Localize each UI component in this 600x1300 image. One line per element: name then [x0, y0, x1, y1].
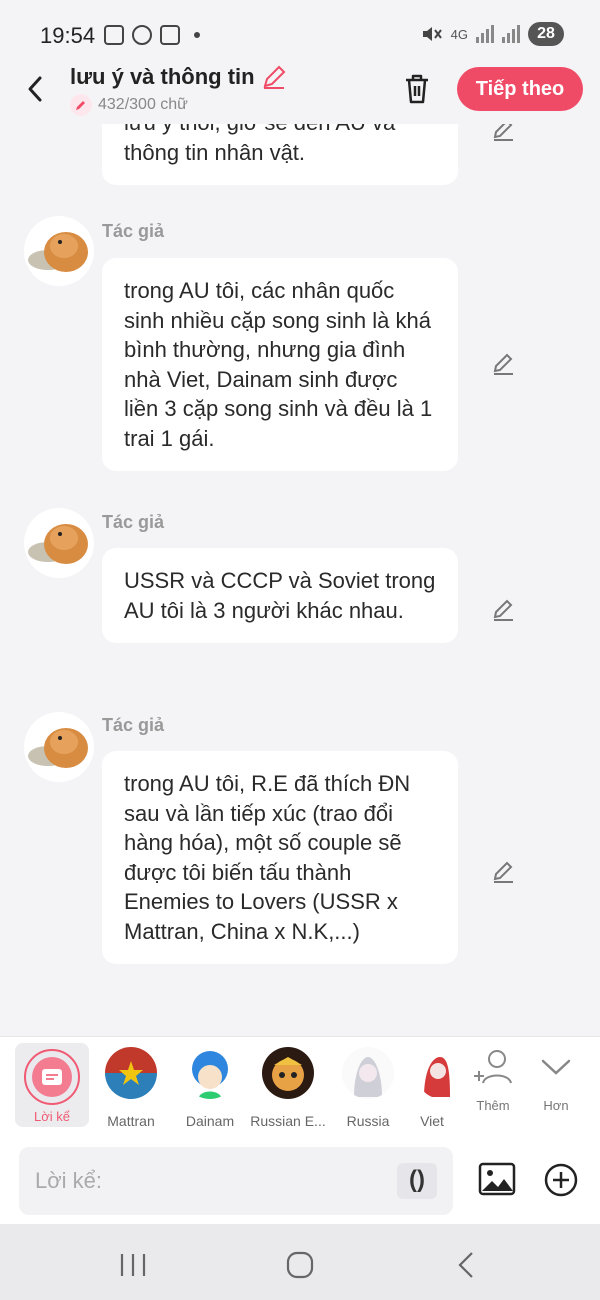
narration-icon — [32, 1057, 72, 1097]
character-bar: Lời kể Mattran Dainam Russian E... Russi… — [0, 1036, 600, 1136]
messenger-icon — [132, 25, 152, 45]
title-text: lưu ý và thông tin — [70, 64, 255, 89]
add-character-button[interactable]: Thêm — [463, 1049, 523, 1113]
avatar — [105, 1047, 157, 1099]
character-russia[interactable]: Russia — [328, 1047, 408, 1129]
battery-icon: 28 — [528, 22, 564, 46]
page-title[interactable]: lưu ý và thông tin — [70, 64, 287, 90]
character-mattran[interactable]: Mattran — [91, 1047, 171, 1129]
edit-message-icon[interactable] — [490, 124, 516, 142]
author-label: Tác giả — [102, 512, 165, 532]
signal-2-icon — [502, 25, 520, 43]
parentheses-button[interactable]: () — [397, 1163, 437, 1199]
shop-icon — [160, 25, 180, 45]
chat-area[interactable]: lưu ý thôi, giờ sẽ đến AU và thông tin n… — [0, 124, 600, 1036]
character-russian-empire[interactable]: Russian E... — [248, 1047, 328, 1129]
avatar[interactable] — [24, 508, 94, 578]
avatar — [184, 1047, 236, 1099]
back-button[interactable] — [22, 72, 50, 106]
edit-title-icon[interactable] — [261, 64, 287, 90]
header: lưu ý và thông tin 432/300 chữ Tiếp theo — [0, 62, 600, 124]
avatar[interactable] — [24, 712, 94, 782]
narrator-label: Lời kể — [34, 1109, 70, 1124]
message-bubble[interactable]: trong AU tôi, các nhân quốc sinh nhiều c… — [102, 258, 458, 471]
recent-apps-icon[interactable] — [118, 1250, 148, 1280]
trash-icon[interactable] — [402, 72, 432, 106]
chevron-down-icon — [541, 1059, 571, 1075]
add-person-icon — [474, 1050, 512, 1084]
system-nav-bar — [0, 1224, 600, 1300]
composer: () — [0, 1136, 600, 1224]
narrator-button[interactable]: Lời kể — [15, 1043, 89, 1127]
character-name: Dainam — [185, 1113, 235, 1129]
narration-input[interactable] — [35, 1147, 395, 1215]
add-label: Thêm — [476, 1098, 510, 1113]
author-label: Tác giả — [102, 221, 165, 241]
image-icon[interactable] — [478, 1160, 516, 1198]
screenshot-icon — [104, 25, 124, 45]
author-label: Tác giả — [102, 715, 165, 735]
char-count: 432/300 chữ — [70, 94, 188, 116]
avatar — [342, 1047, 394, 1099]
avatar[interactable] — [24, 216, 94, 286]
edit-message-icon[interactable] — [490, 350, 516, 376]
more-button[interactable]: Hơn — [526, 1049, 586, 1113]
mute-icon — [422, 27, 442, 41]
notification-dot-icon — [194, 32, 200, 38]
avatar — [262, 1047, 314, 1099]
edit-message-icon[interactable] — [490, 858, 516, 884]
character-name: Russian E... — [250, 1113, 326, 1129]
next-button[interactable]: Tiếp theo — [457, 67, 583, 111]
character-dainam[interactable]: Dainam — [170, 1047, 250, 1129]
pencil-icon — [70, 94, 92, 116]
character-viet[interactable]: Viet — [404, 1047, 460, 1129]
status-time: 19:54 — [40, 23, 96, 48]
network-label: 4G — [450, 26, 468, 42]
home-icon[interactable] — [285, 1250, 315, 1280]
signal-icon — [476, 25, 494, 43]
message-bubble[interactable]: lưu ý thôi, giờ sẽ đến AU và thông tin n… — [102, 124, 458, 185]
message-bubble[interactable]: USSR và CCCP và Soviet trong AU tôi là 3… — [102, 548, 458, 643]
message-bubble[interactable]: trong AU tôi, R.E đã thích ĐN sau và lần… — [102, 751, 458, 964]
character-name: Viet — [420, 1113, 444, 1129]
character-name: Russia — [346, 1113, 390, 1129]
avatar — [416, 1047, 460, 1099]
back-nav-icon[interactable] — [452, 1250, 482, 1280]
add-icon[interactable] — [543, 1162, 579, 1198]
status-bar: 19:54 4G 28 — [0, 0, 600, 62]
char-count-label: 432/300 chữ — [98, 96, 188, 113]
character-name: Mattran — [107, 1113, 155, 1129]
more-label: Hơn — [543, 1098, 569, 1113]
edit-message-icon[interactable] — [490, 596, 516, 622]
